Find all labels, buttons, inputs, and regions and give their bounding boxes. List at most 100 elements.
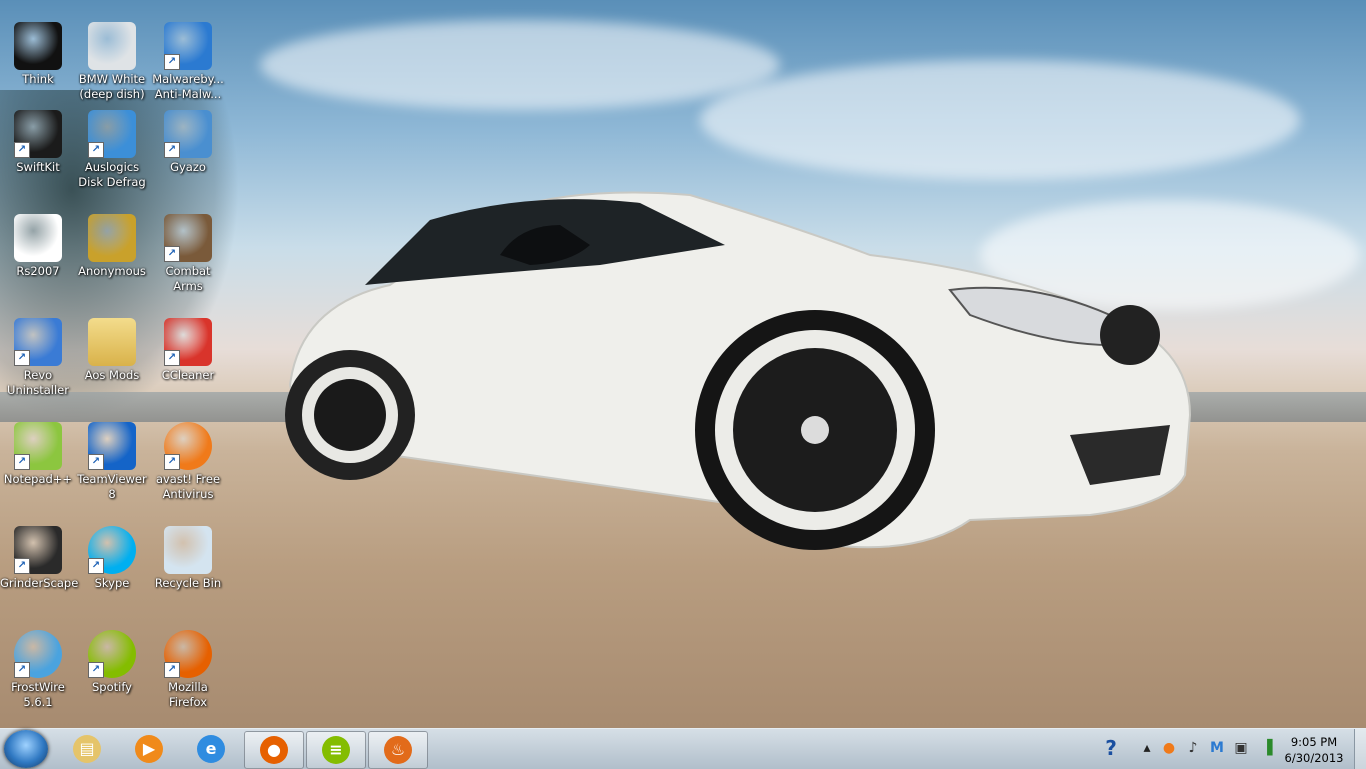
desktop-icon-label: Rs2007 bbox=[16, 264, 60, 278]
desktop-icon-label: Revo Uninstaller bbox=[7, 368, 69, 397]
shortcut-arrow-icon: ↗ bbox=[88, 662, 104, 678]
desktop-icon[interactable]: ↗ avast! Free Antivirus bbox=[150, 422, 226, 502]
shortcut-arrow-icon: ↗ bbox=[88, 142, 104, 158]
taskbar-button[interactable]: ≡ bbox=[306, 731, 366, 769]
shortcut-arrow-icon: ↗ bbox=[164, 54, 180, 70]
notepadpp-icon: ↗ bbox=[14, 422, 62, 470]
desktop-icon[interactable]: ↗ FrostWire 5.6.1 bbox=[0, 630, 76, 710]
show-desktop-button[interactable] bbox=[1354, 729, 1366, 769]
desktop-icon[interactable]: ↗ Malwareby... Anti-Malw... bbox=[150, 22, 226, 102]
spotify-icon: ≡ bbox=[322, 736, 350, 764]
gyazo-icon: ↗ bbox=[164, 110, 212, 158]
desktop-icon[interactable]: ↗ TeamViewer 8 bbox=[74, 422, 150, 502]
shortcut-arrow-icon: ↗ bbox=[164, 350, 180, 366]
desktop-icon-label: Skype bbox=[94, 576, 130, 590]
taskbar-button[interactable]: ▶ bbox=[120, 731, 178, 767]
desktop-icon-label: BMW White (deep dish) bbox=[78, 72, 146, 101]
clock-time: 9:05 PM bbox=[1290, 735, 1338, 749]
desktop-icon-label: Notepad++ bbox=[3, 472, 73, 486]
think-app-icon bbox=[14, 22, 62, 70]
taskbar-button[interactable]: e bbox=[182, 731, 240, 767]
explorer-folder-icon: ▤ bbox=[73, 735, 101, 763]
taskbar: ▤ ▶ e ● ≡ ♨ ? ▴ ● ♪ M ▣ ▐ 9:05 PM 6/30/2013 bbox=[0, 728, 1366, 769]
desktop-icon-label: SwiftKit bbox=[16, 160, 60, 174]
media-player-icon: ▶ bbox=[135, 735, 163, 763]
desktop-icon[interactable]: BMW White (deep dish) bbox=[74, 22, 150, 102]
frostwire-icon: ↗ bbox=[14, 630, 62, 678]
desktop-wallpaper: Think BMW White (deep dish) ↗ Malwareby... … bbox=[0, 0, 1366, 728]
taskbar-button[interactable]: ♨ bbox=[368, 731, 428, 769]
revo-uninstaller-icon: ↗ bbox=[14, 318, 62, 366]
clock-date: 6/30/2013 bbox=[1284, 751, 1344, 765]
spotify-icon: ↗ bbox=[88, 630, 136, 678]
desktop-icon-label: Anonymous bbox=[78, 264, 146, 278]
desktop-icon-label: Combat Arms bbox=[165, 264, 211, 293]
firefox-icon: ↗ bbox=[164, 630, 212, 678]
desktop-icon-label: Auslogics Disk Defrag bbox=[78, 160, 146, 189]
firefox-icon: ● bbox=[260, 736, 288, 764]
shortcut-arrow-icon: ↗ bbox=[14, 558, 30, 574]
desktop-icon-label: GrinderScape bbox=[0, 576, 79, 590]
desktop-icon[interactable]: Think bbox=[0, 22, 76, 87]
desktop-icon[interactable]: Anonymous bbox=[74, 214, 150, 279]
desktop-icon[interactable]: ↗ GrinderScape bbox=[0, 526, 79, 591]
desktop-icon[interactable]: Rs2007 bbox=[0, 214, 76, 279]
teamviewer-icon: ↗ bbox=[88, 422, 136, 470]
java-icon: ♨ bbox=[384, 736, 412, 764]
desktop-icon[interactable]: ↗ Combat Arms bbox=[150, 214, 226, 294]
desktop-icon-label: Malwareby... Anti-Malw... bbox=[152, 72, 224, 101]
desktop-icon-label: Aos Mods bbox=[84, 368, 140, 382]
desktop-icon[interactable]: ↗ Notepad++ bbox=[0, 422, 76, 487]
desktop-icon[interactable]: ↗ Gyazo bbox=[150, 110, 226, 175]
avast-tray-icon[interactable]: ● bbox=[1160, 739, 1178, 757]
image-file-icon bbox=[88, 22, 136, 70]
desktop-icon[interactable]: Recycle Bin bbox=[150, 526, 226, 591]
java-file-icon bbox=[14, 214, 62, 262]
desktop-icon-label: Gyazo bbox=[170, 160, 206, 174]
desktop-icon[interactable]: ↗ CCleaner bbox=[150, 318, 226, 383]
desktop-icon[interactable]: ↗ Spotify bbox=[74, 630, 150, 695]
malwarebytes-tray-icon[interactable]: M bbox=[1208, 739, 1226, 757]
network-signal-icon[interactable]: ▐ bbox=[1258, 739, 1276, 757]
desktop-icon[interactable]: ↗ SwiftKit bbox=[0, 110, 76, 175]
grinderscape-icon: ↗ bbox=[14, 526, 62, 574]
desktop-icon[interactable]: Aos Mods bbox=[74, 318, 150, 383]
desktop-icon-label: avast! Free Antivirus bbox=[155, 472, 221, 501]
cloud bbox=[260, 20, 780, 110]
intel-help-icon[interactable]: ? bbox=[1098, 735, 1124, 761]
shortcut-arrow-icon: ↗ bbox=[88, 558, 104, 574]
avast-icon: ↗ bbox=[164, 422, 212, 470]
desktop-icon-label: TeamViewer 8 bbox=[77, 472, 147, 501]
malwarebytes-icon: ↗ bbox=[164, 22, 212, 70]
desktop-icon-label: CCleaner bbox=[161, 368, 215, 382]
skype-icon: ↗ bbox=[88, 526, 136, 574]
shortcut-arrow-icon: ↗ bbox=[164, 246, 180, 262]
folder-icon bbox=[88, 318, 136, 366]
taskbar-button[interactable]: ● bbox=[244, 731, 304, 769]
shortcut-arrow-icon: ↗ bbox=[14, 350, 30, 366]
show-hidden-icons-chevron[interactable]: ▴ bbox=[1138, 739, 1156, 757]
shortcut-arrow-icon: ↗ bbox=[164, 142, 180, 158]
volume-icon[interactable]: ♪ bbox=[1184, 739, 1202, 757]
clock[interactable]: 9:05 PM 6/30/2013 bbox=[1282, 734, 1346, 766]
internet-explorer-icon: e bbox=[197, 735, 225, 763]
recycle-bin-icon bbox=[164, 526, 212, 574]
windows-start-icon[interactable] bbox=[4, 730, 48, 768]
shortcut-arrow-icon: ↗ bbox=[164, 662, 180, 678]
device-icon[interactable]: ▣ bbox=[1232, 739, 1250, 757]
taskbar-button[interactable]: ▤ bbox=[58, 731, 116, 767]
combat-arms-icon: ↗ bbox=[164, 214, 212, 262]
shortcut-arrow-icon: ↗ bbox=[14, 142, 30, 158]
desktop-icon[interactable]: ↗ Revo Uninstaller bbox=[0, 318, 76, 398]
desktop-icon[interactable]: ↗ Auslogics Disk Defrag bbox=[74, 110, 150, 190]
anonymous-icon bbox=[88, 214, 136, 262]
ccleaner-icon: ↗ bbox=[164, 318, 212, 366]
desktop-icon[interactable]: ↗ Mozilla Firefox bbox=[150, 630, 226, 710]
desktop-icon-label: Mozilla Firefox bbox=[168, 680, 208, 709]
desktop-icon[interactable]: ↗ Skype bbox=[74, 526, 150, 591]
desktop-icon-label: Recycle Bin bbox=[154, 576, 222, 590]
swiftkit-icon: ↗ bbox=[14, 110, 62, 158]
shortcut-arrow-icon: ↗ bbox=[164, 454, 180, 470]
shortcut-arrow-icon: ↗ bbox=[14, 454, 30, 470]
desktop-icon-label: Think bbox=[22, 72, 54, 86]
